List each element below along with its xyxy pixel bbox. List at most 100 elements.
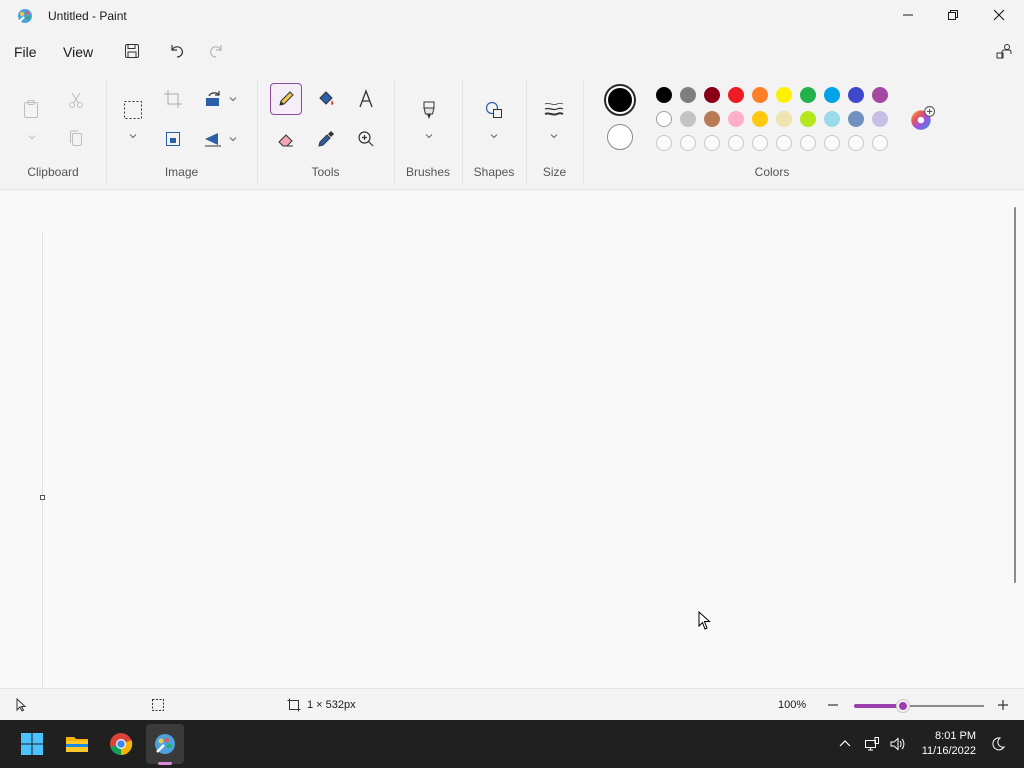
zoom-level-text: 100%: [778, 699, 807, 711]
copy-icon: [70, 130, 82, 146]
select-button[interactable]: [120, 97, 146, 123]
canvas-size-icon: [287, 698, 301, 712]
chrome-button[interactable]: [107, 730, 135, 758]
edit-colors-button[interactable]: [909, 106, 935, 132]
custom-color-slot[interactable]: [872, 135, 888, 151]
shapes-button[interactable]: [481, 97, 507, 123]
resize-button[interactable]: [160, 126, 186, 152]
palette-color-swatch[interactable]: [800, 111, 816, 127]
fill-tool[interactable]: [313, 86, 339, 112]
palette-color-swatch[interactable]: [656, 87, 672, 103]
custom-color-slot[interactable]: [728, 135, 744, 151]
focus-assist-moon-icon[interactable]: [990, 736, 1006, 752]
palette-color-swatch[interactable]: [824, 111, 840, 127]
text-tool[interactable]: [353, 86, 379, 112]
palette-color-swatch[interactable]: [824, 87, 840, 103]
close-button[interactable]: [976, 0, 1022, 30]
share-button[interactable]: [992, 40, 1016, 62]
crop-button[interactable]: [160, 86, 186, 112]
paint-taskbar-button[interactable]: [151, 730, 179, 758]
color1-selector[interactable]: [604, 84, 636, 116]
zoom-slider-thumb[interactable]: [897, 700, 910, 712]
pencil-tool[interactable]: [273, 86, 299, 112]
palette-color-swatch[interactable]: [680, 87, 696, 103]
start-button[interactable]: [18, 730, 46, 758]
system-clock[interactable]: 8:01 PM 11/16/2022: [922, 729, 976, 759]
volume-icon[interactable]: [889, 736, 905, 752]
menu-bar: File View: [0, 32, 1024, 70]
custom-color-slot[interactable]: [776, 135, 792, 151]
pointer-position-icon: [16, 698, 27, 712]
paste-dropdown[interactable]: [27, 132, 37, 142]
drawing-canvas[interactable]: [42, 231, 43, 688]
palette-color-swatch[interactable]: [752, 87, 768, 103]
palette-color-swatch[interactable]: [728, 87, 744, 103]
eraser-icon: [278, 134, 293, 147]
copy-button[interactable]: [63, 126, 89, 152]
palette-color-swatch[interactable]: [656, 111, 672, 127]
rotate-button[interactable]: [200, 86, 226, 112]
zoom-in-button[interactable]: [996, 698, 1010, 712]
custom-color-slot[interactable]: [848, 135, 864, 151]
select-dropdown[interactable]: [128, 131, 138, 141]
vertical-scrollbar[interactable]: [1014, 207, 1016, 583]
eraser-tool[interactable]: [273, 126, 299, 152]
flip-dropdown[interactable]: [228, 134, 238, 144]
custom-color-slot[interactable]: [656, 135, 672, 151]
line-width-icon: [544, 102, 564, 116]
canvas-workspace[interactable]: [0, 191, 1024, 688]
zoom-out-button[interactable]: [826, 698, 840, 712]
network-icon[interactable]: [864, 736, 880, 752]
palette-color-swatch[interactable]: [872, 87, 888, 103]
canvas-resize-handle[interactable]: [40, 495, 45, 500]
size-dropdown[interactable]: [549, 131, 559, 141]
undo-button[interactable]: [165, 40, 189, 62]
palette-color-swatch[interactable]: [680, 111, 696, 127]
clock-date: 11/16/2022: [921, 745, 976, 757]
chevron-up-icon[interactable]: [837, 736, 853, 752]
palette-color-swatch[interactable]: [728, 111, 744, 127]
palette-color-swatch[interactable]: [848, 111, 864, 127]
color-picker-tool[interactable]: [313, 126, 339, 152]
pencil-icon: [279, 91, 294, 106]
palette-color-swatch[interactable]: [800, 87, 816, 103]
palette-color-swatch[interactable]: [776, 111, 792, 127]
shapes-dropdown[interactable]: [489, 131, 499, 141]
flip-button[interactable]: [200, 126, 226, 152]
palette-color-swatch[interactable]: [872, 111, 888, 127]
rotate-dropdown[interactable]: [228, 94, 238, 104]
paste-button[interactable]: [18, 96, 44, 122]
restore-button[interactable]: [930, 0, 976, 30]
magnifier-tool[interactable]: [353, 126, 379, 152]
palette-color-swatch[interactable]: [752, 111, 768, 127]
ribbon: Clipboard Image Tools Brushes Shapes Siz…: [0, 70, 1024, 190]
custom-color-slot[interactable]: [680, 135, 696, 151]
file-explorer-button[interactable]: [63, 730, 91, 758]
custom-color-slot[interactable]: [824, 135, 840, 151]
brushes-button[interactable]: [416, 97, 442, 123]
view-menu[interactable]: View: [63, 44, 93, 60]
file-menu[interactable]: File: [14, 44, 37, 60]
colors-group-label: Colors: [754, 165, 790, 179]
brushes-dropdown[interactable]: [424, 131, 434, 141]
chevron-down-icon: [490, 134, 498, 139]
chevron-down-icon: [129, 134, 137, 139]
color2-selector[interactable]: [607, 124, 633, 150]
active-app-indicator: [158, 762, 172, 765]
custom-color-slot[interactable]: [800, 135, 816, 151]
size-button[interactable]: [541, 97, 567, 123]
palette-color-swatch[interactable]: [776, 87, 792, 103]
cut-button[interactable]: [63, 87, 89, 113]
custom-color-slot[interactable]: [752, 135, 768, 151]
redo-button[interactable]: [204, 40, 228, 62]
palette-color-swatch[interactable]: [848, 87, 864, 103]
minimize-icon: [903, 14, 913, 16]
chevron-down-icon: [28, 135, 36, 140]
zoom-slider[interactable]: [854, 700, 984, 712]
custom-color-slot[interactable]: [704, 135, 720, 151]
palette-color-swatch[interactable]: [704, 111, 720, 127]
minimize-button[interactable]: [885, 0, 931, 30]
save-button[interactable]: [120, 40, 144, 62]
clipboard-group-label: Clipboard: [27, 165, 79, 179]
palette-color-swatch[interactable]: [704, 87, 720, 103]
